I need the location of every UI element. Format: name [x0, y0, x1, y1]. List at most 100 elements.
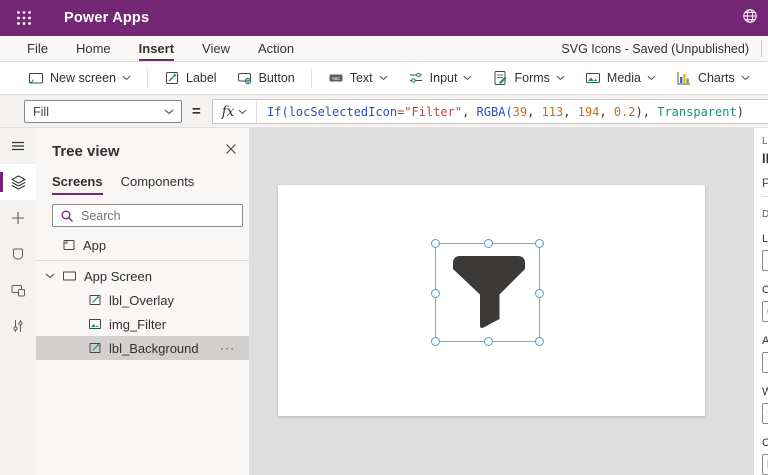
more-options-icon[interactable]: ···: [220, 341, 235, 355]
app-icon: [63, 240, 75, 250]
resize-handle-mid-left[interactable]: [431, 289, 440, 298]
property-selector[interactable]: Fill: [24, 100, 182, 123]
tree-item-img-filter[interactable]: img_Filter: [36, 312, 249, 336]
svg-text:ABC: ABC: [331, 76, 340, 81]
label-button[interactable]: Label: [154, 65, 227, 91]
chevron-down-icon: [556, 75, 565, 81]
menu-file[interactable]: File: [27, 37, 48, 61]
properties-panel: LABEL lbl_Background Properties DESIGN L…: [753, 128, 768, 475]
divider: [147, 68, 148, 88]
formula-bar: Fill = fx If(locSelectedIcon="Filter", R…: [0, 95, 768, 128]
control-name: lbl_Background: [762, 151, 768, 166]
input-icon: [409, 72, 422, 83]
field-lineheight: LineHeight 1.2: [762, 233, 768, 271]
section-design: DESIGN: [762, 209, 768, 220]
hamburger-icon[interactable]: [0, 128, 36, 164]
forms-icon: [494, 71, 508, 85]
resize-handle-bottom-left[interactable]: [431, 337, 440, 346]
divider: [310, 68, 312, 88]
canvas-area[interactable]: [250, 128, 753, 475]
insert-toolbar: New screen Label Button ABC Text Input F…: [0, 62, 768, 95]
text-icon: ABC: [329, 74, 343, 82]
chevron-down-icon: [464, 75, 472, 81]
wrap-input[interactable]: true: [762, 403, 768, 424]
menu-home[interactable]: Home: [76, 37, 111, 61]
chevron-down-icon: [741, 75, 750, 81]
formula-input[interactable]: If(locSelectedIcon="Filter", RGBA(39, 11…: [257, 105, 744, 119]
search-input[interactable]: [81, 208, 231, 223]
input-button[interactable]: Input: [398, 65, 483, 91]
media-icon: [585, 73, 600, 83]
tree-item-app[interactable]: App: [36, 233, 249, 257]
charts-button[interactable]: Charts: [666, 65, 760, 91]
resize-handle-top-left[interactable]: [431, 239, 440, 248]
text-button[interactable]: ABC Text: [318, 65, 398, 91]
field-autoheight: AutoHeight false: [762, 335, 768, 373]
resize-handle-mid-right[interactable]: [535, 289, 544, 298]
lineheight-input[interactable]: 1.2: [762, 250, 768, 271]
fx-dropdown[interactable]: fx: [213, 100, 257, 123]
media-button[interactable]: Media: [575, 65, 666, 91]
chevron-down-icon: [122, 75, 131, 81]
property-selector-value: Fill: [33, 104, 49, 119]
field-overflow: Overflow Overflow.Hidden: [762, 284, 768, 322]
label-icon: [166, 72, 178, 84]
new-screen-button[interactable]: New screen: [18, 65, 141, 91]
add-icon[interactable]: [0, 200, 36, 236]
button-icon: [237, 73, 251, 85]
field-wrap: Wrap true: [762, 386, 768, 424]
control-type-caption: LABEL: [762, 136, 768, 147]
tab-properties[interactable]: Properties: [762, 176, 768, 197]
chevron-expanded-icon[interactable]: [45, 273, 55, 279]
tree-view-title: Tree view: [52, 142, 120, 160]
app-screen-artboard[interactable]: [278, 185, 705, 416]
globe-icon[interactable]: [736, 4, 764, 33]
resize-handle-top-right[interactable]: [535, 239, 544, 248]
app-header: Power Apps: [0, 0, 768, 36]
new-screen-icon: [29, 73, 43, 84]
main-area: Tree view Screens Components App: [0, 128, 768, 475]
menu-view[interactable]: View: [202, 37, 230, 61]
label-control-icon: [89, 343, 101, 353]
menu-action[interactable]: Action: [258, 37, 294, 61]
tab-components[interactable]: Components: [121, 174, 195, 195]
image-control-icon: [89, 319, 101, 329]
tree-item-app-screen[interactable]: App Screen: [36, 264, 249, 288]
tree-item-lbl-background[interactable]: lbl_Background ···: [36, 336, 249, 360]
icons-button[interactable]: Icons: [760, 65, 768, 91]
tree-view-icon[interactable]: [0, 164, 36, 200]
selected-control-filter-image[interactable]: [431, 239, 544, 346]
chevron-down-icon: [164, 109, 174, 114]
tab-screens[interactable]: Screens: [52, 174, 103, 195]
fx-label: fx: [221, 103, 235, 120]
menu-insert[interactable]: Insert: [138, 37, 175, 61]
resize-handle-top-mid[interactable]: [484, 239, 493, 248]
color-input[interactable]: RGBA(: [762, 454, 768, 475]
autoheight-input[interactable]: false: [762, 352, 768, 373]
forms-button[interactable]: Forms: [482, 65, 574, 91]
tree-item-lbl-overlay[interactable]: lbl_Overlay: [36, 288, 249, 312]
field-color: Color RGBA(: [762, 437, 768, 475]
tree-view-panel: Tree view Screens Components App: [36, 128, 250, 475]
close-icon[interactable]: [223, 140, 239, 162]
divider: [761, 40, 762, 57]
equals-sign: =: [192, 103, 201, 120]
divider: [36, 260, 249, 261]
filter-funnel-graphic[interactable]: [452, 255, 526, 332]
resize-handle-bottom-right[interactable]: [535, 337, 544, 346]
waffle-icon[interactable]: [0, 0, 48, 36]
data-icon[interactable]: [0, 236, 36, 272]
app-title: Power Apps: [64, 10, 150, 26]
search-box[interactable]: [52, 204, 243, 227]
search-icon: [61, 210, 73, 222]
media-screens-icon[interactable]: [0, 272, 36, 308]
resize-handle-bottom-mid[interactable]: [484, 337, 493, 346]
screen-icon: [63, 271, 76, 281]
left-rail: [0, 128, 36, 475]
button-button[interactable]: Button: [227, 65, 305, 91]
advanced-tools-icon[interactable]: [0, 308, 36, 344]
formula-field[interactable]: fx If(locSelectedIcon="Filter", RGBA(39,…: [212, 99, 768, 124]
menu-bar: File Home Insert View Action SVG Icons -…: [0, 36, 768, 62]
chevron-down-icon: [647, 75, 656, 81]
overflow-input[interactable]: Overflow.Hidden: [762, 301, 768, 322]
